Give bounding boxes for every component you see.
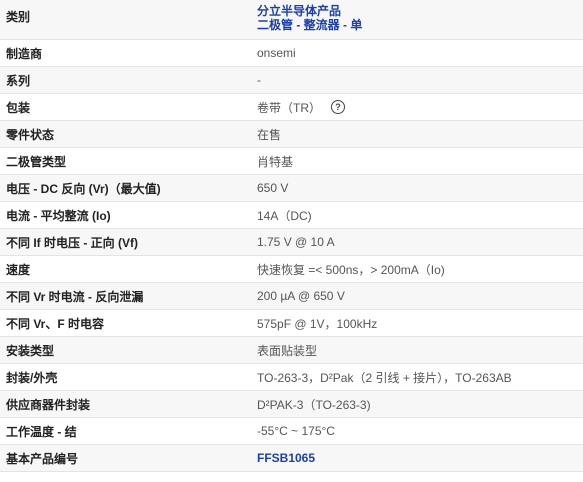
- table-row-packaging: 包装 卷带（TR） ?: [0, 94, 583, 121]
- table-row-forward-voltage: 不同 If 时电压 - 正向 (Vf) 1.75 V @ 10 A: [0, 229, 583, 256]
- table-row-reverse-leakage: 不同 Vr 时电流 - 反向泄漏 200 µA @ 650 V: [0, 283, 583, 310]
- row-label: 工作温度 - 结: [6, 424, 77, 439]
- row-label: 类别: [6, 10, 31, 24]
- table-row-diode-type: 二极管类型 肖特基: [0, 148, 583, 175]
- row-value: -: [257, 73, 261, 87]
- row-label: 基本产品编号: [6, 451, 79, 466]
- row-label: 二极管类型: [6, 154, 67, 169]
- category-value: 分立半导体产品 二极管 - 整流器 - 单: [255, 0, 583, 32]
- row-label: 供应商器件封装: [6, 397, 91, 412]
- row-value: 快速恢复 =< 500ns，> 200mA（Io): [257, 262, 445, 277]
- row-label: 封装/外壳: [6, 370, 58, 385]
- row-value: TO-263-3，D²Pak（2 引线 + 接片），TO-263AB: [257, 370, 512, 385]
- table-row-series: 系列 -: [0, 67, 583, 94]
- row-value: 200 µA @ 650 V: [257, 289, 345, 303]
- row-label: 不同 Vr、F 时电容: [6, 316, 105, 331]
- table-row-supplier-package: 供应商器件封装 D²PAK-3（TO-263-3): [0, 391, 583, 418]
- table-row-category: 类别 分立半导体产品 二极管 - 整流器 - 单: [0, 0, 583, 40]
- table-row-package-case: 封装/外壳 TO-263-3，D²Pak（2 引线 + 接片），TO-263AB: [0, 364, 583, 391]
- row-value: FFSB1065: [255, 451, 583, 465]
- table-row-capacitance: 不同 Vr、F 时电容 575pF @ 1V，100kHz: [0, 310, 583, 337]
- row-value: D²PAK-3（TO-263-3): [257, 397, 371, 412]
- table-row-reverse-voltage: 电压 - DC 反向 (Vr)（最大值) 650 V: [0, 175, 583, 202]
- row-label: 速度: [6, 262, 31, 277]
- row-label: 安装类型: [6, 343, 55, 358]
- table-row-base-product-number: 基本产品编号 FFSB1065: [0, 445, 583, 472]
- row-label: 电压 - DC 反向 (Vr)（最大值): [6, 181, 161, 196]
- category-link-rectifiers[interactable]: 二极管 - 整流器 - 单: [257, 18, 362, 32]
- product-attributes-table: 类别 分立半导体产品 二极管 - 整流器 - 单 制造商 onsemi 系列 -…: [0, 0, 583, 472]
- row-label: 包装: [6, 100, 31, 115]
- packaging-text: 卷带（TR）: [257, 100, 321, 115]
- row-label: 不同 If 时电压 - 正向 (Vf): [6, 235, 138, 250]
- table-row-rectified-current: 电流 - 平均整流 (Io) 14A（DC): [0, 202, 583, 229]
- row-label: 电流 - 平均整流 (Io): [6, 208, 111, 223]
- question-circle-icon[interactable]: ?: [331, 100, 345, 114]
- row-value: 表面贴装型: [257, 343, 318, 358]
- row-label: 系列: [6, 73, 31, 88]
- table-row-speed: 速度 快速恢复 =< 500ns，> 200mA（Io): [0, 256, 583, 283]
- row-value: 650 V: [257, 181, 289, 195]
- row-value: 肖特基: [257, 154, 294, 169]
- table-row-mounting-type: 安装类型 表面贴装型: [0, 337, 583, 364]
- row-value: 14A（DC): [257, 208, 312, 223]
- row-value: 575pF @ 1V，100kHz: [257, 316, 378, 331]
- row-value: -55°C ~ 175°C: [257, 424, 335, 438]
- table-row-manufacturer: 制造商 onsemi: [0, 40, 583, 67]
- row-value: 1.75 V @ 10 A: [257, 235, 335, 249]
- row-value: 卷带（TR） ?: [255, 99, 583, 116]
- row-value: onsemi: [257, 46, 296, 60]
- table-row-part-status: 零件状态 在售: [0, 121, 583, 148]
- base-product-link[interactable]: FFSB1065: [257, 451, 315, 465]
- category-link-discrete[interactable]: 分立半导体产品: [257, 4, 341, 18]
- row-label: 不同 Vr 时电流 - 反向泄漏: [6, 289, 144, 304]
- row-label: 制造商: [6, 46, 43, 61]
- table-row-operating-temp: 工作温度 - 结 -55°C ~ 175°C: [0, 418, 583, 445]
- row-value: 在售: [257, 127, 282, 142]
- row-label: 零件状态: [6, 127, 55, 142]
